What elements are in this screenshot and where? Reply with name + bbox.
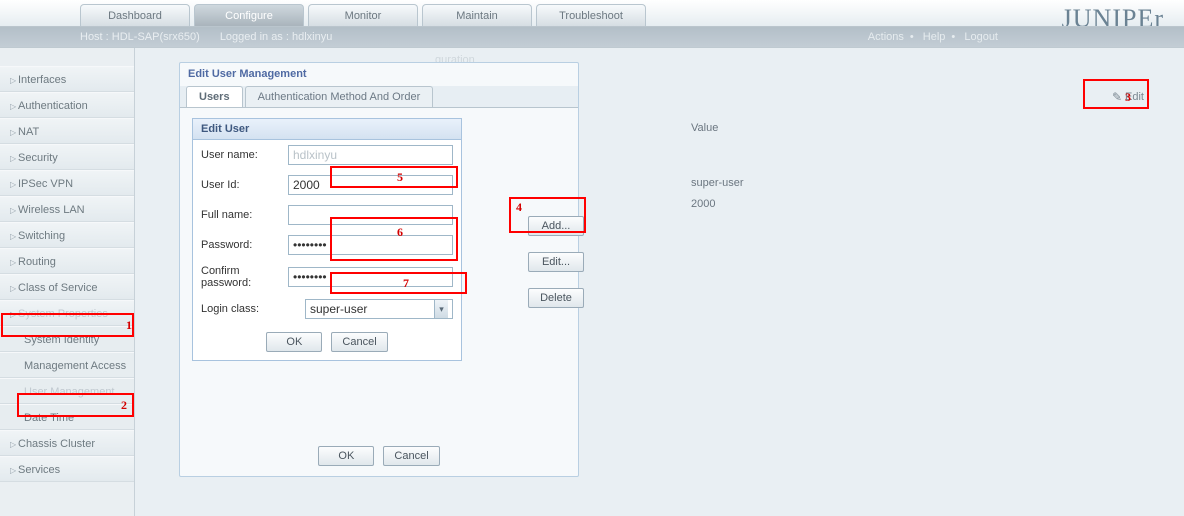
sidebar-item-label: Chassis Cluster bbox=[18, 438, 95, 450]
delete-button[interactable]: Delete bbox=[528, 288, 584, 308]
col-value-header: Value bbox=[691, 122, 718, 134]
editbox-ok-button[interactable]: OK bbox=[266, 332, 322, 352]
table-cell-uid: 2000 bbox=[691, 198, 715, 210]
edit-user-box: Edit User User name: User Id: Full name: bbox=[192, 118, 462, 361]
sidebar-item-label: Routing bbox=[18, 256, 56, 268]
sidebar-item-nat[interactable]: ▷NAT bbox=[0, 118, 134, 144]
edit-user-title: Edit User bbox=[193, 119, 461, 140]
add-button[interactable]: Add... bbox=[528, 216, 584, 236]
userid-label: User Id: bbox=[201, 179, 288, 191]
login-as-label: Logged in as : hdlxinyu bbox=[220, 31, 333, 43]
fullname-label: Full name: bbox=[201, 209, 288, 221]
panel-ok-button[interactable]: OK bbox=[318, 446, 374, 466]
tab-maintain[interactable]: Maintain bbox=[422, 4, 532, 26]
sidebar-sub-management-access[interactable]: Management Access bbox=[0, 352, 134, 378]
edit-user-management-panel: Edit User Management Users Authenticatio… bbox=[179, 62, 579, 477]
chevron-right-icon: ▷ bbox=[10, 146, 16, 172]
sidebar-item-wireless-lan[interactable]: ▷Wireless LAN bbox=[0, 196, 134, 222]
sidebar-item-security[interactable]: ▷Security bbox=[0, 144, 134, 170]
sidebar-item-label: Switching bbox=[18, 230, 65, 242]
link-actions[interactable]: Actions bbox=[868, 31, 904, 43]
chevron-right-icon: ▷ bbox=[10, 172, 16, 198]
chevron-right-icon: ▷ bbox=[10, 432, 16, 458]
username-input[interactable] bbox=[288, 145, 453, 165]
sidebar-item-label: IPSec VPN bbox=[18, 178, 73, 190]
editbox-cancel-button[interactable]: Cancel bbox=[331, 332, 387, 352]
login-class-select[interactable]: super-user ▾ bbox=[305, 299, 453, 319]
main-content: guration Edit User Management Users Auth… bbox=[135, 48, 1184, 516]
chevron-down-icon: ▾ bbox=[434, 300, 448, 318]
sidebar-sub-date-time[interactable]: Date Time bbox=[0, 404, 134, 430]
sidebar-item-label: Wireless LAN bbox=[18, 204, 85, 216]
sidebar-item-chassis-cluster[interactable]: ▷Chassis Cluster bbox=[0, 430, 134, 456]
edit-button[interactable]: Edit... bbox=[528, 252, 584, 272]
chevron-right-icon: ▷ bbox=[10, 198, 16, 224]
sidebar-item-switching[interactable]: ▷Switching bbox=[0, 222, 134, 248]
sidebar-item-label: Authentication bbox=[18, 100, 88, 112]
fullname-input[interactable] bbox=[288, 205, 453, 225]
username-label: User name: bbox=[201, 149, 288, 161]
sidebar-item-ipsec-vpn[interactable]: ▷IPSec VPN bbox=[0, 170, 134, 196]
chevron-right-icon: ▷ bbox=[10, 94, 16, 120]
top-nav: Dashboard Configure Monitor Maintain Tro… bbox=[0, 0, 1184, 26]
sidebar-item-label: Services bbox=[18, 464, 60, 476]
panel-tab-users[interactable]: Users bbox=[186, 86, 243, 107]
sidebar-item-label: Security bbox=[18, 152, 58, 164]
chevron-right-icon: ▷ bbox=[10, 458, 16, 484]
link-logout[interactable]: Logout bbox=[964, 31, 998, 43]
sidebar-sub-user-management[interactable]: User Management bbox=[0, 378, 134, 404]
sidebar-item-label: System Properties bbox=[18, 308, 108, 320]
chevron-right-icon: ▷ bbox=[10, 250, 16, 276]
edit-link-label: Edit bbox=[1125, 91, 1144, 103]
sidebar-item-routing[interactable]: ▷Routing bbox=[0, 248, 134, 274]
sidebar-item-authentication[interactable]: ▷Authentication bbox=[0, 92, 134, 118]
confirm-password-label: Confirm password: bbox=[201, 265, 288, 289]
chevron-right-icon: ▷ bbox=[10, 224, 16, 250]
password-label: Password: bbox=[201, 239, 288, 251]
edit-link[interactable]: ✎ Edit bbox=[1112, 90, 1144, 104]
sidebar-item-class-of-service[interactable]: ▷Class of Service bbox=[0, 274, 134, 300]
sidebar-item-label: NAT bbox=[18, 126, 39, 138]
chevron-down-icon: ▷ bbox=[10, 302, 16, 328]
chevron-right-icon: ▷ bbox=[10, 276, 16, 302]
panel-title: Edit User Management bbox=[180, 63, 578, 86]
table-cell-class: super-user bbox=[691, 177, 744, 189]
login-class-value: super-user bbox=[310, 302, 367, 316]
host-bar: Host : HDL-SAP(srx650) Logged in as : hd… bbox=[0, 26, 1184, 48]
tab-monitor[interactable]: Monitor bbox=[308, 4, 418, 26]
chevron-right-icon: ▷ bbox=[10, 120, 16, 146]
login-class-label: Login class: bbox=[201, 303, 305, 315]
panel-tabs: Users Authentication Method And Order bbox=[180, 86, 578, 108]
host-label: Host : HDL-SAP(srx650) bbox=[80, 31, 200, 43]
link-help[interactable]: Help bbox=[923, 31, 946, 43]
tab-troubleshoot[interactable]: Troubleshoot bbox=[536, 4, 646, 26]
sidebar-item-services[interactable]: ▷Services bbox=[0, 456, 134, 482]
sidebar-item-label: Class of Service bbox=[18, 282, 97, 294]
sidebar-sub-system-identity[interactable]: System Identity bbox=[0, 326, 134, 352]
sidebar: ▷Interfaces ▷Authentication ▷NAT ▷Securi… bbox=[0, 48, 135, 516]
user-list-buttons: Add... Edit... Delete bbox=[524, 216, 588, 324]
confirm-password-input[interactable] bbox=[288, 267, 453, 287]
sidebar-item-interfaces[interactable]: ▷Interfaces bbox=[0, 66, 134, 92]
tab-dashboard[interactable]: Dashboard bbox=[80, 4, 190, 26]
panel-tab-auth-method[interactable]: Authentication Method And Order bbox=[245, 86, 434, 107]
password-input[interactable] bbox=[288, 235, 453, 255]
userid-input[interactable] bbox=[288, 175, 453, 195]
sidebar-item-system-properties[interactable]: ▷System Properties bbox=[0, 300, 134, 326]
pencil-icon: ✎ bbox=[1112, 90, 1122, 104]
panel-cancel-button[interactable]: Cancel bbox=[383, 446, 439, 466]
chevron-right-icon: ▷ bbox=[10, 68, 16, 94]
tab-configure[interactable]: Configure bbox=[194, 4, 304, 26]
host-links: Actions• Help• Logout bbox=[862, 31, 1004, 43]
sidebar-item-label: Interfaces bbox=[18, 74, 66, 86]
